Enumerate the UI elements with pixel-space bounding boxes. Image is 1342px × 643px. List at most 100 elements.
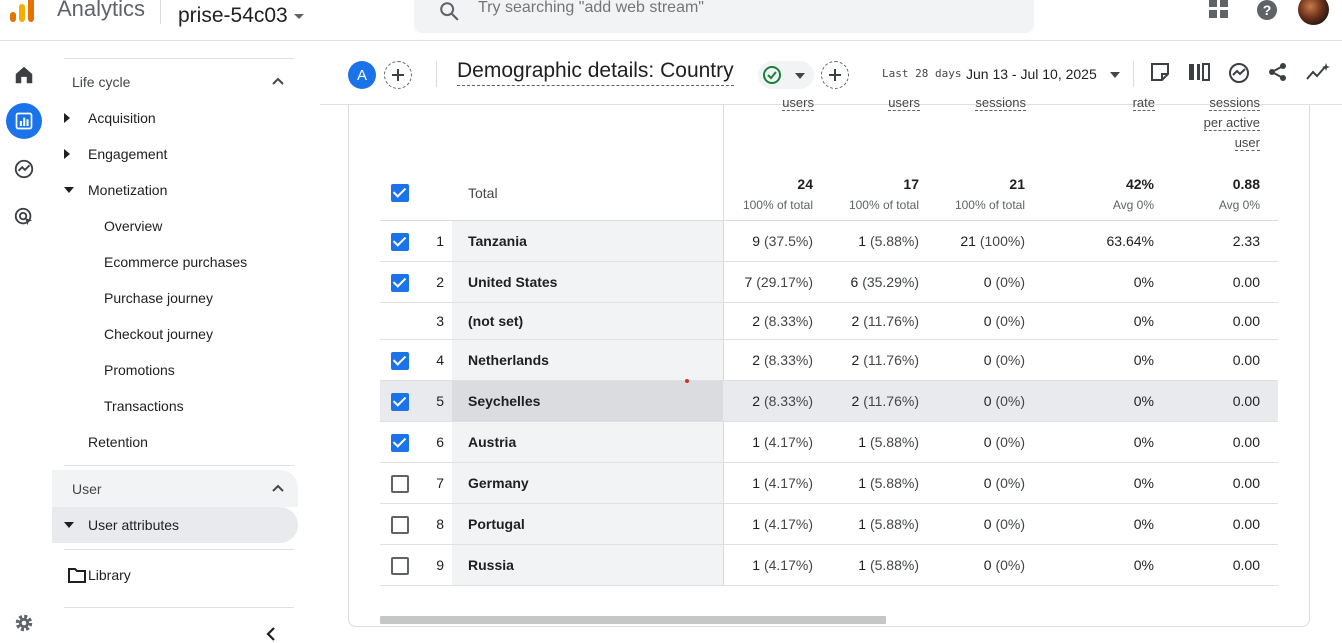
total-cell-4: 42% Avg 0% bbox=[1112, 176, 1154, 212]
country-name[interactable]: Portugal bbox=[468, 516, 525, 532]
table-row[interactable]: 5 Seychelles 2 (8.33%) 2 (11.76%) 0 (0%) 0% 0.… bbox=[380, 381, 1278, 422]
total-row: Total 24 100% of total 17 100% of total 21… bbox=[380, 163, 1278, 221]
row-checkbox[interactable] bbox=[391, 475, 409, 493]
property-selector[interactable]: prise-54c03 bbox=[178, 4, 304, 28]
nav-purchase-journey[interactable]: Purchase journey bbox=[52, 280, 298, 316]
row-checkbox[interactable] bbox=[391, 393, 409, 411]
compare-columns-icon[interactable] bbox=[1188, 62, 1210, 82]
nav-transactions[interactable]: Transactions bbox=[52, 388, 298, 424]
row-checkbox[interactable] bbox=[391, 352, 409, 370]
apps-grid-icon[interactable] bbox=[1208, 0, 1230, 20]
insights-icon[interactable] bbox=[1228, 62, 1250, 84]
country-name[interactable]: United States bbox=[468, 274, 557, 290]
add-comparison-button[interactable] bbox=[384, 61, 412, 89]
nav-label: Engagement bbox=[88, 146, 168, 162]
row-number: 7 bbox=[436, 475, 444, 491]
country-name[interactable]: (not set) bbox=[468, 313, 523, 329]
settings-gear-icon[interactable] bbox=[8, 607, 40, 639]
metric-cell-1: 2 (8.33%) bbox=[752, 352, 813, 368]
nav-label: Monetization bbox=[88, 182, 168, 198]
column-header-2[interactable]: users bbox=[866, 93, 920, 113]
row-checkbox[interactable] bbox=[391, 434, 409, 452]
nav-library[interactable]: Library bbox=[52, 557, 298, 593]
nav-label: User attributes bbox=[88, 517, 180, 533]
metric-cell-4: 0% bbox=[1133, 434, 1154, 450]
collapse-chevron-left-icon[interactable] bbox=[266, 627, 276, 641]
country-name[interactable]: Russia bbox=[468, 557, 514, 573]
row-checkbox[interactable] bbox=[391, 516, 409, 534]
caret-down-icon bbox=[795, 73, 805, 79]
country-name[interactable]: Seychelles bbox=[468, 393, 540, 409]
country-name[interactable]: Tanzania bbox=[468, 233, 527, 249]
report-status-dropdown[interactable] bbox=[758, 61, 814, 89]
table-row[interactable]: 4 Netherlands 2 (8.33%) 2 (11.76%) 0 (0%) 0% 0… bbox=[380, 340, 1278, 381]
metric-cell-4: 0% bbox=[1133, 352, 1154, 368]
user-section-header[interactable]: User bbox=[52, 471, 298, 507]
metric-cell-4: 63.64% bbox=[1106, 233, 1154, 249]
nav-user-attributes[interactable]: User attributes bbox=[52, 507, 298, 543]
trending-sparkle-icon[interactable] bbox=[1306, 62, 1330, 82]
metric-cell-2: 1 (5.88%) bbox=[858, 557, 919, 573]
horizontal-scrollbar[interactable] bbox=[380, 616, 886, 624]
country-name[interactable]: Germany bbox=[468, 475, 529, 491]
table-row[interactable]: 6 Austria 1 (4.17%) 1 (5.88%) 0 (0%) 0% 0.00 bbox=[380, 422, 1278, 463]
edit-comparison-icon[interactable] bbox=[1150, 62, 1170, 82]
nav-retention[interactable]: Retention bbox=[52, 424, 298, 460]
nav-ecommerce-purchases[interactable]: Ecommerce purchases bbox=[52, 244, 298, 280]
row-number: 5 bbox=[436, 393, 444, 409]
column-header-4[interactable]: rate bbox=[1100, 93, 1155, 113]
nav-engagement[interactable]: Engagement bbox=[52, 136, 298, 172]
column-header-5[interactable]: sessions per active user bbox=[1170, 93, 1260, 153]
row-checkbox[interactable] bbox=[391, 274, 409, 292]
search-bar[interactable] bbox=[414, 0, 1034, 33]
total-cell-2: 17 100% of total bbox=[848, 176, 919, 212]
table-row[interactable]: 7 Germany 1 (4.17%) 1 (5.88%) 0 (0%) 0% 0.00 bbox=[380, 463, 1278, 504]
search-input[interactable] bbox=[478, 0, 978, 18]
column-header-1[interactable]: users bbox=[760, 93, 814, 113]
advertising-icon[interactable] bbox=[8, 201, 40, 233]
metric-cell-4: 0% bbox=[1133, 475, 1154, 491]
help-icon[interactable]: ? bbox=[1256, 0, 1278, 21]
metric-cell-3: 0 (0%) bbox=[983, 393, 1025, 409]
analytics-logo-icon[interactable] bbox=[10, 0, 38, 22]
table-row[interactable]: 1 Tanzania 9 (37.5%) 1 (5.88%) 21 (100%) 63.6… bbox=[380, 221, 1278, 262]
explore-icon[interactable] bbox=[8, 153, 40, 185]
caret-right-icon bbox=[64, 149, 70, 159]
lifecycle-section-header[interactable]: Life cycle bbox=[52, 64, 298, 100]
caret-down-icon[interactable] bbox=[1110, 72, 1120, 78]
add-button[interactable] bbox=[821, 61, 849, 89]
share-icon[interactable] bbox=[1268, 62, 1288, 82]
table-row[interactable]: 3 (not set) 2 (8.33%) 2 (11.76%) 0 (0%) 0% 0.0… bbox=[380, 303, 1278, 340]
total-label: Total bbox=[468, 185, 498, 201]
plus-icon bbox=[392, 69, 404, 81]
nav-overview[interactable]: Overview bbox=[52, 208, 298, 244]
report-title[interactable]: Demographic details: Country bbox=[457, 59, 734, 86]
comparison-a-badge[interactable]: A bbox=[348, 61, 376, 89]
table-row[interactable]: 8 Portugal 1 (4.17%) 1 (5.88%) 0 (0%) 0% 0.00 bbox=[380, 504, 1278, 545]
metric-cell-3: 21 (100%) bbox=[960, 233, 1025, 249]
reports-icon[interactable] bbox=[6, 103, 42, 139]
nav-promotions[interactable]: Promotions bbox=[52, 352, 298, 388]
column-header-3[interactable]: sessions bbox=[950, 93, 1026, 113]
total-cell-5: 0.88 Avg 0% bbox=[1218, 176, 1260, 212]
country-name[interactable]: Austria bbox=[468, 434, 516, 450]
divider bbox=[64, 549, 294, 550]
date-range-selector[interactable]: Jun 13 - Jul 10, 2025 bbox=[966, 66, 1097, 82]
select-all-checkbox[interactable] bbox=[391, 184, 409, 202]
home-icon[interactable] bbox=[8, 59, 40, 91]
nav-monetization[interactable]: Monetization bbox=[52, 172, 298, 208]
row-checkbox[interactable] bbox=[391, 233, 409, 251]
date-range-text: Jun 13 - Jul 10, 2025 bbox=[966, 66, 1097, 82]
country-name[interactable]: Netherlands bbox=[468, 352, 549, 368]
top-bar: Analytics prise-54c03 ? bbox=[0, 0, 1342, 41]
table-row[interactable]: 2 United States 7 (29.17%) 6 (35.29%) 0 (0%)… bbox=[380, 262, 1278, 303]
caret-right-icon bbox=[64, 113, 70, 123]
nav-checkout-journey[interactable]: Checkout journey bbox=[52, 316, 298, 352]
nav-label: Checkout journey bbox=[104, 326, 213, 342]
row-number: 3 bbox=[436, 313, 444, 329]
nav-acquisition[interactable]: Acquisition bbox=[52, 100, 298, 136]
caret-down-icon bbox=[64, 187, 74, 193]
table-row[interactable]: 9 Russia 1 (4.17%) 1 (5.88%) 0 (0%) 0% 0.00 bbox=[380, 545, 1278, 586]
avatar[interactable] bbox=[1298, 0, 1329, 25]
row-checkbox[interactable] bbox=[391, 557, 409, 575]
